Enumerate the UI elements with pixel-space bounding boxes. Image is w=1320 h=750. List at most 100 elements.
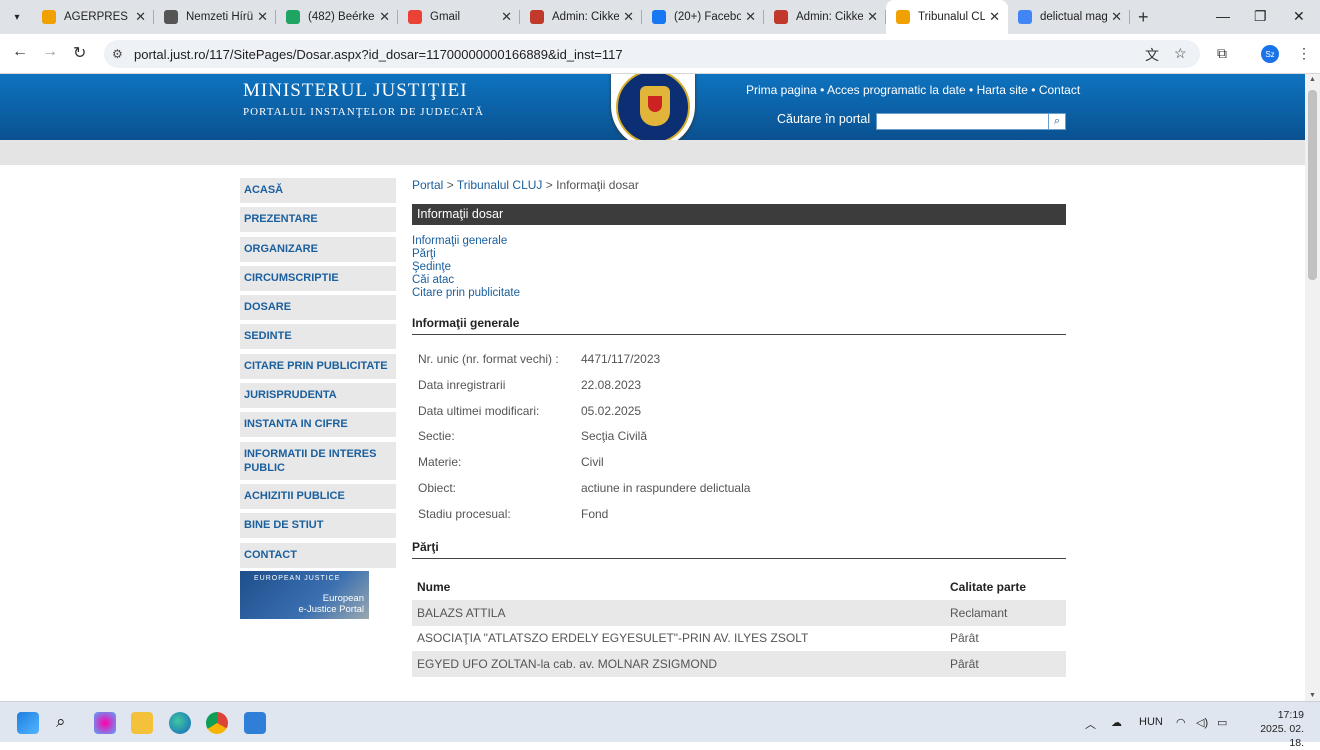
- tray-chevron-icon[interactable]: ︿: [1085, 716, 1096, 732]
- bookmark-star-icon[interactable]: ☆: [1174, 45, 1187, 62]
- subnav-link[interactable]: Informaţii generale: [412, 235, 1066, 248]
- tab-close-icon[interactable]: ✕: [989, 9, 1000, 25]
- table-row: BALAZS ATTILA Reclamant: [412, 600, 1066, 626]
- parties-heading: Părţi: [412, 540, 1066, 559]
- site-header: MINISTERUL JUSTIŢIEI PORTALUL INSTANŢELO…: [0, 74, 1305, 148]
- link-acces-programatic[interactable]: Acces programatic la date: [827, 83, 966, 97]
- search-taskbar-icon[interactable]: ⌕: [56, 712, 78, 734]
- sidebar-item[interactable]: ACASĂ: [240, 178, 396, 203]
- address-bar[interactable]: ⚙ portal.just.ro/117/SitePages/Dosar.asp…: [104, 40, 1200, 68]
- tab-search-button[interactable]: ▾: [6, 6, 28, 28]
- browser-tab[interactable]: Tribunalul CLU✕: [886, 0, 1008, 34]
- reload-button[interactable]: ↻: [73, 43, 86, 63]
- browser-tab[interactable]: AGERPRES M ✕: [32, 0, 154, 34]
- tab-close-icon[interactable]: ✕: [623, 9, 634, 25]
- link-prima-pagina[interactable]: Prima pagina: [746, 83, 817, 97]
- wifi-icon[interactable]: ◠: [1176, 716, 1186, 729]
- tab-title: Tribunalul CLU: [918, 11, 986, 23]
- info-row: Stadiu procesual: Fond: [412, 506, 1066, 532]
- battery-icon[interactable]: ▭: [1217, 716, 1227, 729]
- ejustice-banner[interactable]: EUROPEAN JUSTICE European e-Justice Porta…: [240, 571, 369, 619]
- link-harta-site[interactable]: Harta site: [977, 83, 1028, 97]
- info-label: Materie:: [418, 455, 462, 470]
- tab-close-icon[interactable]: ✕: [379, 9, 390, 25]
- forward-button[interactable]: →: [42, 43, 58, 61]
- link-contact[interactable]: Contact: [1039, 83, 1080, 97]
- info-value: Civil: [581, 455, 604, 470]
- app-icon[interactable]: [244, 712, 266, 734]
- breadcrumb-portal[interactable]: Portal: [412, 178, 443, 192]
- tab-favicon-icon: [1018, 10, 1032, 24]
- edge-browser-icon[interactable]: [169, 712, 191, 734]
- info-value: 4471/117/2023: [581, 352, 661, 366]
- tab-close-icon[interactable]: ✕: [135, 9, 146, 25]
- browser-tab[interactable]: Admin: Cikke ✕: [764, 0, 886, 34]
- tab-title: delictual mag: [1040, 11, 1108, 23]
- subnav-link[interactable]: Căi atac: [412, 274, 1066, 287]
- subnav-link[interactable]: Şedinţe: [412, 261, 1066, 274]
- profile-avatar[interactable]: Sz: [1261, 45, 1279, 63]
- restore-button[interactable]: ❐: [1254, 8, 1267, 25]
- clock[interactable]: 17:19 2025. 02. 18.: [1244, 708, 1304, 750]
- browser-tab[interactable]: delictual mag ✕: [1008, 0, 1130, 34]
- site-info-icon[interactable]: ⚙: [112, 47, 134, 61]
- back-button[interactable]: ←: [12, 43, 28, 61]
- browser-tab[interactable]: (482) Beérke ✕: [276, 0, 398, 34]
- minimize-button[interactable]: —: [1216, 8, 1230, 24]
- scrollbar-thumb[interactable]: [1308, 90, 1317, 280]
- info-value: 22.08.2023: [581, 377, 642, 392]
- browser-tab[interactable]: Admin: Cikke ✕: [520, 0, 642, 34]
- subnav-link[interactable]: Părţi: [412, 248, 1066, 261]
- tab-close-icon[interactable]: ✕: [1111, 9, 1122, 25]
- sidebar-item[interactable]: DOSARE: [240, 295, 396, 321]
- volume-icon[interactable]: ◁): [1196, 716, 1208, 729]
- close-window-button[interactable]: ✕: [1293, 8, 1305, 25]
- new-tab-button[interactable]: +: [1138, 7, 1149, 28]
- tab-close-icon[interactable]: ✕: [257, 9, 268, 25]
- translate-icon[interactable]: 文: [1145, 45, 1159, 65]
- chrome-browser-icon[interactable]: [206, 712, 228, 734]
- sidebar-item[interactable]: ACHIZITII PUBLICE: [240, 483, 396, 509]
- browser-tab[interactable]: Nemzeti Hírü ✕: [154, 0, 276, 34]
- sidebar-item[interactable]: BINE DE STIUT: [240, 513, 396, 539]
- language-indicator[interactable]: HUN: [1139, 716, 1163, 728]
- menu-kebab-icon[interactable]: ⋮: [1297, 45, 1311, 62]
- tab-close-icon[interactable]: ✕: [501, 9, 512, 25]
- info-row: Obiect: actiune in raspundere delictuala: [412, 480, 1066, 506]
- copilot-icon[interactable]: [94, 712, 116, 734]
- info-label: Obiect:: [418, 480, 457, 495]
- sidebar-item[interactable]: SEDINTE: [240, 324, 396, 350]
- sidebar-item[interactable]: ORGANIZARE: [240, 236, 396, 262]
- page-scrollbar[interactable]: ▲ ▼: [1305, 74, 1320, 701]
- info-label: Data ultimei modificari:: [418, 403, 540, 418]
- search-icon[interactable]: ⌕: [1048, 113, 1066, 130]
- info-value: 05.02.2025: [581, 403, 642, 418]
- info-row: Materie: Civil: [412, 454, 1066, 480]
- parties-table: Nume Calitate parte BALAZS ATTILA Reclama…: [412, 575, 1066, 677]
- sidebar-item[interactable]: CITARE PRIN PUBLICITATE: [240, 353, 396, 379]
- party-name: ASOCIAŢIA "ATLATSZO ERDELY EGYESULET"-PR…: [417, 631, 809, 646]
- tab-close-icon[interactable]: ✕: [745, 9, 756, 25]
- start-button-icon[interactable]: [17, 712, 39, 734]
- breadcrumb-court[interactable]: Tribunalul CLUJ: [457, 178, 543, 192]
- subnav-link[interactable]: Citare prin publicitate: [412, 287, 1066, 300]
- sidebar-item[interactable]: CONTACT: [240, 542, 396, 568]
- tab-favicon-icon: [530, 10, 544, 24]
- browser-tab[interactable]: Gmail ✕: [398, 0, 520, 34]
- tab-title: Admin: Cikke: [796, 11, 864, 23]
- search-input[interactable]: [876, 113, 1049, 130]
- info-row: Nr. unic (nr. format vechi) : 4471/117/20…: [412, 351, 1066, 377]
- sidebar-item[interactable]: INSTANTA IN CIFRE: [240, 412, 396, 438]
- tab-favicon-icon: [42, 10, 56, 24]
- sidebar-item[interactable]: CIRCUMSCRIPTIE: [240, 265, 396, 291]
- browser-tab[interactable]: (20+) Facebo ✕: [642, 0, 764, 34]
- extensions-icon[interactable]: ⧉: [1217, 45, 1227, 62]
- sidebar-item[interactable]: INFORMATII DE INTERES PUBLIC: [240, 441, 396, 480]
- tab-close-icon[interactable]: ✕: [867, 9, 878, 25]
- ministry-emblem: [611, 74, 695, 148]
- sidebar-item[interactable]: JURISPRUDENTA: [240, 383, 396, 409]
- table-row: EGYED UFO ZOLTAN-la cab. av. MOLNAR ZSIG…: [412, 651, 1066, 677]
- notification-icon[interactable]: ☁: [1111, 716, 1122, 729]
- file-explorer-icon[interactable]: [131, 712, 153, 734]
- sidebar-item[interactable]: PREZENTARE: [240, 207, 396, 233]
